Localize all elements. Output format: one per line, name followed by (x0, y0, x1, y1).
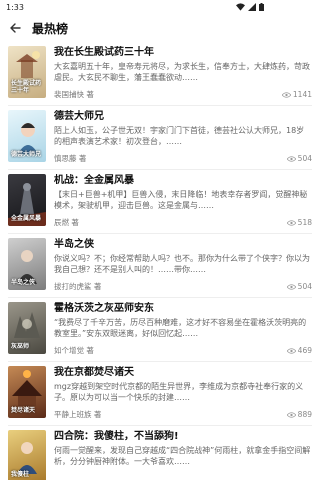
book-cover: 全金属风暴 (8, 174, 46, 226)
book-cover: 德芸大师兄 (8, 110, 46, 162)
book-item[interactable]: 我傻柱 四合院：我傻柱，不当舔狗! 何雨一觉醒来，发现自己穿越成“四合院战神”何… (0, 426, 320, 480)
back-button[interactable] (8, 21, 22, 35)
view-count-value: 1141 (292, 90, 312, 99)
book-cover: 灰巫师 (8, 302, 46, 354)
book-title: 四合院：我傻柱，不当舔狗! (54, 431, 179, 442)
battery-icon (259, 3, 264, 11)
book-author: 拔打的虎鲨 著 (54, 282, 102, 291)
signal-icon (248, 3, 256, 11)
book-item[interactable]: 焚尽诸天 我在京都焚尽诸天 mgz穿越到架空时代京都的陌生异世界，李维成为京都寺… (0, 362, 320, 426)
book-title: 我在京都焚尽诸天 (54, 367, 134, 378)
eye-icon (286, 155, 296, 162)
book-title: 霍格沃茨之灰巫师安东 (54, 303, 154, 314)
cover-title: 半岛之侠 (11, 279, 36, 286)
book-cover: 半岛之侠 (8, 238, 46, 290)
status-time: 1:33 (6, 2, 24, 12)
wifi-icon (236, 3, 245, 11)
cover-title: 德芸大师兄 (11, 151, 42, 158)
book-description: “我费尽了千辛万苦，历尽百种磨难，这才好不容易坐在霍格沃茨明亮的教室里。”安东双… (54, 318, 307, 338)
book-description: 陌上人如玉，公子世无双！宇家门门下首徒，德芸社公认大师兄，18岁的相声表演艺术家… (54, 126, 305, 146)
book-title: 机战：全金属风暴 (54, 175, 134, 186)
view-count: 889 (286, 410, 312, 419)
book-description: 大玄嘉明五十年，皇帝寿元将尽，为求长生，信奉方士，大肆炼药，苛政虐民。大玄民不聊… (54, 62, 310, 82)
eye-icon (286, 411, 296, 418)
book-title: 我在长生殿试药三十年 (54, 47, 154, 58)
book-cover: 焚尽诸天 (8, 366, 46, 418)
eye-icon (281, 91, 291, 98)
book-description: 你说义吗？不；你经常帮助人吗？也不。那你为什么带了个侠字？你以为我自己想？还不是… (54, 254, 310, 274)
eye-icon (286, 347, 296, 354)
app-bar: 最热榜 (0, 14, 270, 42)
book-title: 半岛之侠 (54, 239, 94, 250)
cover-title: 焚尽诸天 (11, 407, 36, 414)
book-list: 长生殿试药三十年 我在长生殿试药三十年 大玄嘉明五十年，皇帝寿元将尽，为求长生，… (0, 42, 320, 480)
view-count-value: 518 (297, 218, 312, 227)
book-cover: 我傻柱 (8, 430, 46, 480)
eye-icon (286, 283, 296, 290)
cover-title: 我傻柱 (11, 471, 30, 478)
cover-title: 长生殿试药三十年 (11, 80, 42, 94)
book-item[interactable]: 长生殿试药三十年 我在长生殿试药三十年 大玄嘉明五十年，皇帝寿元将尽，为求长生，… (0, 42, 320, 106)
book-author: 裴国捕快 著 (54, 90, 94, 99)
book-item[interactable]: 德芸大师兄 德芸大师兄 陌上人如玉，公子世无双！宇家门门下首徒，德芸社公认大师兄… (0, 106, 320, 170)
view-count: 504 (286, 154, 312, 163)
book-description: 何雨一觉醒来，发现自己穿越成“四合院战神”何雨柱，就拿金手指空间解析，分分钟厨神… (54, 446, 311, 466)
view-count: 1141 (281, 90, 312, 99)
view-count-value: 469 (297, 346, 312, 355)
view-count: 504 (286, 282, 312, 291)
view-count: 518 (286, 218, 312, 227)
book-item[interactable]: 全金属风暴 机战：全金属风暴 【末日+巨兽+机甲】巨兽入侵，末日降临！地表幸存者… (0, 170, 320, 234)
view-count-value: 889 (297, 410, 312, 419)
status-bar: 1:33 (0, 0, 270, 14)
view-count: 469 (286, 346, 312, 355)
book-cover: 长生殿试药三十年 (8, 46, 46, 98)
status-icons (236, 3, 264, 11)
book-author: 如个增觉 著 (54, 346, 94, 355)
book-author: 慎思藤 著 (54, 154, 87, 163)
book-description: 【末日+巨兽+机甲】巨兽入侵，末日降临！地表幸存者罗阎，觉醒神秘模术，架驶机甲，… (54, 190, 308, 210)
cover-title: 灰巫师 (11, 343, 30, 350)
book-author: 平静上班族 著 (54, 410, 102, 419)
book-author: 辰燃 著 (54, 218, 79, 227)
view-count-value: 504 (297, 154, 312, 163)
book-description: mgz穿越到架空时代京都的陌生异世界，李维成为京都寺社奉行家的义子。原以为可以当… (54, 382, 304, 402)
book-item[interactable]: 半岛之侠 半岛之侠 你说义吗？不；你经常帮助人吗？也不。那你为什么带了个侠字？你… (0, 234, 320, 298)
eye-icon (286, 219, 296, 226)
back-arrow-icon (10, 23, 21, 33)
book-title: 德芸大师兄 (54, 111, 104, 122)
view-count-value: 504 (297, 282, 312, 291)
book-item[interactable]: 灰巫师 霍格沃茨之灰巫师安东 “我费尽了千辛万苦，历尽百种磨难，这才好不容易坐在… (0, 298, 320, 362)
cover-title: 全金属风暴 (11, 215, 42, 222)
page-title: 最热榜 (32, 21, 69, 36)
